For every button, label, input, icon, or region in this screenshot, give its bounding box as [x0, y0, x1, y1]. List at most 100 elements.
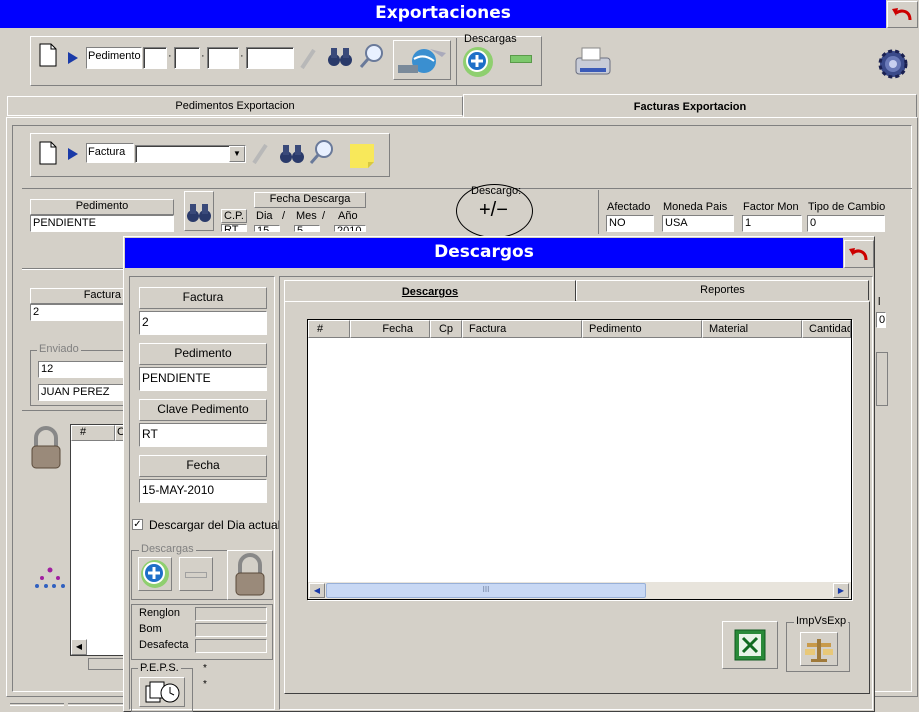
dia-value[interactable]: 15 [254, 225, 280, 232]
play-arrow-icon[interactable] [68, 148, 78, 163]
mes-label: Mes [296, 210, 317, 222]
tipo-cambio-value[interactable]: 0 [807, 215, 885, 232]
behind-grid[interactable]: # C ◀ [70, 424, 127, 656]
dialog-title: Descargos [434, 242, 534, 262]
dlg-padlock-button[interactable] [227, 550, 273, 600]
pedimento-field-4[interactable] [246, 47, 294, 69]
padlock-icon [235, 553, 265, 596]
field-separator: · [201, 50, 205, 62]
descargar-dia-checkbox[interactable]: ✓ [132, 519, 143, 530]
scroll-thumb[interactable]: III [326, 583, 646, 598]
dia-label: Dia [256, 210, 273, 222]
factor-value[interactable]: 1 [742, 215, 802, 232]
behind-divider [22, 268, 126, 270]
moneda-value[interactable]: USA [662, 215, 734, 232]
col-header-cp[interactable]: Cp [430, 320, 462, 338]
tab-reportes[interactable]: Reportes [576, 280, 869, 300]
pedimento-value[interactable]: PENDIENTE [30, 215, 174, 232]
col-header-material[interactable]: Material [702, 320, 802, 338]
search-magnifier-icon[interactable] [308, 138, 336, 169]
padlock-icon[interactable] [24, 426, 68, 473]
moneda-label: Moneda Pais [663, 201, 728, 213]
dlg-pedimento-value[interactable]: PENDIENTE [139, 367, 267, 391]
behind-right-value[interactable]: 0 [876, 312, 886, 328]
peps-star-2: * [203, 679, 207, 690]
descargos-grid[interactable]: # Fecha Cp Factura Pedimento Material Ca… [307, 319, 852, 600]
tab-pedimentos-exportacion[interactable]: Pedimentos Exportacion [7, 96, 463, 116]
col-header-factura[interactable]: Factura [462, 320, 582, 338]
plus-circle-icon [141, 560, 169, 588]
horizontal-scrollbar[interactable]: ◀ III ▶ [308, 582, 851, 599]
peps-label: P.E.P.S. [138, 662, 181, 674]
dlg-remove-button[interactable] [179, 557, 213, 591]
add-descarga-button[interactable] [462, 46, 494, 81]
pedimento-header: Pedimento [30, 199, 174, 215]
dlg-pedimento-header: Pedimento [139, 343, 267, 365]
chevron-down-icon[interactable]: ▼ [229, 146, 245, 162]
descargo-indicator[interactable]: Descargo: +/− [456, 184, 533, 238]
peps-star-1: * [203, 663, 207, 674]
pencil-icon[interactable] [298, 46, 318, 73]
tree-structure-icon[interactable] [34, 566, 66, 593]
renglon-field[interactable] [195, 607, 267, 621]
anio-value[interactable]: 2010 [334, 225, 366, 232]
tab-facturas-exportacion[interactable]: Facturas Exportacion [463, 94, 917, 118]
play-arrow-icon[interactable] [68, 52, 78, 67]
fecha-descarga-header: Fecha Descarga [254, 192, 366, 208]
balance-scale-icon [805, 639, 833, 662]
search-magnifier-icon[interactable] [358, 42, 386, 73]
anio-label: Año [338, 210, 358, 222]
remove-descarga-button[interactable] [510, 55, 532, 63]
dlg-factura-value[interactable]: 2 [139, 311, 267, 335]
col-header-fecha[interactable]: Fecha [350, 320, 430, 338]
binoculars-button[interactable] [184, 191, 214, 231]
undo-button[interactable] [887, 1, 918, 28]
sticky-note-icon[interactable] [346, 140, 378, 175]
factura-label: Factura [88, 146, 126, 158]
col-header-pedimento[interactable]: Pedimento [582, 320, 702, 338]
new-document-icon[interactable] [38, 141, 58, 168]
printer-icon[interactable] [570, 44, 614, 83]
factura-label-box: Factura [86, 143, 134, 163]
col-header-hash[interactable]: # [308, 320, 350, 338]
tab-descargos[interactable]: Descargos [284, 280, 576, 302]
export-globe-button[interactable] [393, 40, 451, 80]
dlg-add-button[interactable] [138, 557, 172, 591]
peps-clock-button[interactable] [139, 677, 185, 707]
bom-field[interactable] [195, 623, 267, 637]
new-document-icon[interactable] [38, 43, 58, 70]
dlg-factura-header: Factura [139, 287, 267, 309]
scroll-left-button[interactable]: ◀ [71, 639, 87, 655]
excel-icon [734, 629, 766, 661]
settings-gear-icon[interactable] [877, 48, 909, 83]
binoculars-icon[interactable] [327, 44, 353, 71]
dlg-fecha-value[interactable]: 15-MAY-2010 [139, 479, 267, 503]
enviado-value[interactable]: 12 [38, 361, 126, 378]
impvsexp-button[interactable] [800, 632, 838, 666]
pencil-icon[interactable] [250, 141, 270, 168]
field-separator: · [168, 50, 172, 62]
pedimento-field-3[interactable] [207, 47, 239, 69]
tab-label: Descargos [401, 286, 459, 298]
afectado-value[interactable]: NO [606, 215, 654, 232]
scroll-left-button[interactable]: ◀ [309, 583, 325, 598]
enviado-name[interactable]: JUAN PEREZ [38, 384, 126, 401]
behind-bottom-field [88, 658, 126, 670]
app-title-bar: Exportaciones [0, 0, 886, 28]
scroll-right-button[interactable]: ▶ [833, 583, 849, 598]
export-excel-button[interactable] [722, 621, 778, 669]
mes-value[interactable]: 5 [294, 225, 320, 232]
pedimento-field-2[interactable] [174, 47, 200, 69]
dialog-undo-button[interactable] [844, 240, 874, 268]
dlg-clave-value[interactable]: RT [139, 423, 267, 447]
col-header-cantidad[interactable]: Cantidad [802, 320, 851, 338]
behind-factura-value[interactable]: 2 [30, 304, 126, 321]
pedimento-field-1[interactable] [143, 47, 167, 69]
desafecta-field[interactable] [195, 639, 267, 653]
pedimento-label: Pedimento [88, 50, 141, 62]
factura-select[interactable]: ▼ [135, 145, 246, 163]
afectado-label: Afectado [607, 201, 651, 213]
enviado-label: Enviado [37, 343, 81, 355]
cp-value[interactable]: RT [221, 224, 247, 232]
binoculars-icon[interactable] [279, 141, 305, 168]
